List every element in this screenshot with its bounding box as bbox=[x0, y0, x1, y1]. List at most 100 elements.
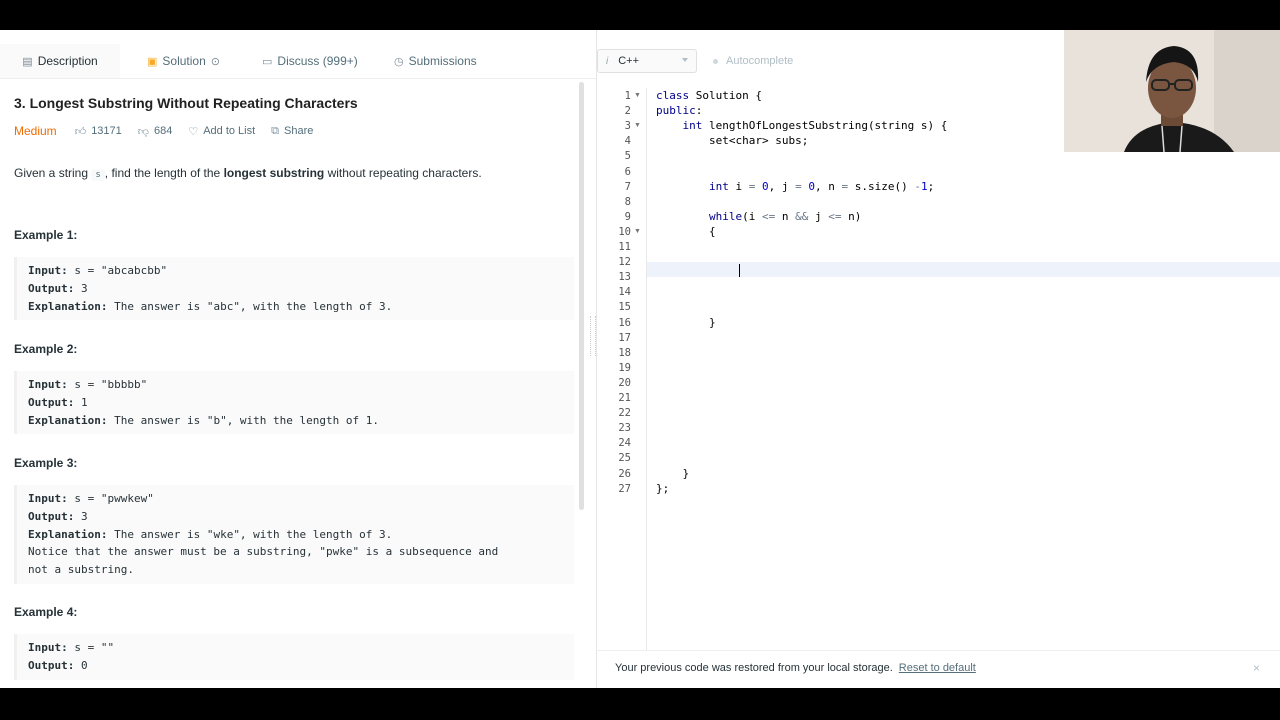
inline-code: s bbox=[91, 169, 105, 181]
line-number: 18 bbox=[618, 346, 631, 359]
tab-label: Submissions bbox=[408, 54, 477, 68]
output-label: Output: bbox=[28, 395, 75, 409]
line-number: 3 bbox=[624, 120, 631, 133]
line-number: 5 bbox=[624, 150, 631, 163]
problem-panel: ▤ Description ▣ Solution ⊙ ▭ Discuss (99… bbox=[0, 30, 597, 688]
line-number: 6 bbox=[624, 165, 631, 178]
active-line-highlight bbox=[647, 262, 1280, 277]
explanation-label: Explanation: bbox=[28, 299, 108, 313]
output-value: 1 bbox=[74, 395, 88, 409]
thumbs-up-icon: 👍︎ bbox=[74, 125, 87, 138]
code-text: n bbox=[775, 210, 796, 223]
line-number: 24 bbox=[618, 437, 631, 450]
restore-notice: Your previous code was restored from you… bbox=[597, 650, 1280, 688]
line-number: 27 bbox=[618, 482, 631, 495]
language-value: C++ bbox=[618, 55, 640, 67]
explanation-text: The answer is "abc", with the length of … bbox=[107, 299, 393, 313]
example-box: Input: s = "" Output: 0 bbox=[14, 634, 574, 680]
code-line: int i = 0, j = 0, n = s.size() -1; bbox=[656, 180, 934, 193]
explanation-label: Explanation: bbox=[28, 413, 108, 427]
code-text: ; bbox=[927, 180, 935, 193]
code-line: }; bbox=[656, 482, 670, 495]
line-number: 15 bbox=[618, 301, 631, 314]
example-box: Input: s = "abcabcbb" Output: 3 Explanat… bbox=[14, 257, 574, 321]
code-line: public: bbox=[656, 104, 702, 117]
like-button[interactable]: 👍︎ 13171 bbox=[75, 125, 122, 138]
reset-to-default-link[interactable]: Reset to default bbox=[899, 662, 976, 674]
line-number: 8 bbox=[624, 195, 631, 208]
line-number: 13 bbox=[618, 271, 631, 284]
clock-icon: ◷ bbox=[394, 55, 404, 68]
share-button[interactable]: ⧉ Share bbox=[271, 125, 313, 138]
problem-tabs: ▤ Description ▣ Solution ⊙ ▭ Discuss (99… bbox=[0, 44, 596, 79]
fold-arrow-icon[interactable]: ▼ bbox=[634, 228, 641, 235]
text-cursor bbox=[739, 264, 740, 277]
operator: = bbox=[795, 180, 802, 193]
panel-splitter-handle[interactable] bbox=[590, 316, 596, 356]
keyword: class bbox=[656, 89, 690, 102]
code-line: set<char> subs; bbox=[656, 134, 809, 147]
code-text: s.size() bbox=[848, 180, 915, 193]
autocomplete-toggle[interactable]: Autocomplete bbox=[713, 49, 793, 73]
heart-icon: ♡ bbox=[188, 125, 199, 138]
dislike-button[interactable]: 👎︎ 684 bbox=[138, 125, 173, 138]
operator: - bbox=[914, 180, 921, 193]
fold-arrow-icon[interactable]: ▼ bbox=[634, 92, 641, 99]
code-line: } bbox=[656, 316, 716, 329]
note-text: not a substring. bbox=[28, 563, 134, 577]
problem-statement: Given a string s, find the length of the… bbox=[14, 166, 574, 181]
keyword: public bbox=[656, 104, 696, 117]
statement-text: without repeating characters. bbox=[324, 166, 482, 180]
input-value: s = "" bbox=[67, 641, 115, 654]
line-number: 12 bbox=[618, 256, 631, 269]
code-editor[interactable]: 1 2 3 4 5 6 7 8 9 10 11 12 13 14 15 16 17 18 19 20 21 22 23 24 2… bbox=[597, 88, 1280, 650]
keyword: while bbox=[708, 210, 743, 223]
add-to-list-label: Add to List bbox=[203, 125, 256, 137]
line-number: 19 bbox=[618, 361, 631, 374]
leetcode-screen: ▤ Description ▣ Solution ⊙ ▭ Discuss (99… bbox=[0, 30, 1280, 688]
input-label: Input: bbox=[28, 264, 68, 277]
line-number: 4 bbox=[624, 135, 631, 148]
tab-description[interactable]: ▤ Description bbox=[0, 44, 120, 78]
statement-text: Given a string bbox=[14, 166, 92, 180]
close-icon[interactable]: × bbox=[1253, 661, 1260, 675]
difficulty-badge: Medium bbox=[14, 124, 57, 138]
code-text: Solution { bbox=[689, 89, 762, 102]
bottom-black-bar bbox=[0, 688, 1280, 720]
example-title: Example 2: bbox=[14, 342, 78, 356]
line-number: 9 bbox=[624, 210, 631, 223]
tab-submissions[interactable]: ◷ Submissions bbox=[394, 44, 477, 78]
line-number: 7 bbox=[624, 180, 631, 193]
input-value: s = "abcabcbb" bbox=[67, 264, 168, 277]
language-select[interactable]: i C++ bbox=[597, 49, 697, 73]
code-text: lengthOfLongestSubstring(string s) { bbox=[702, 119, 948, 132]
lock-icon: ▣ bbox=[147, 55, 158, 68]
toggle-dot-icon bbox=[713, 58, 718, 64]
line-number: 2 bbox=[624, 105, 631, 118]
code-line: int lengthOfLongestSubstring(string s) { bbox=[656, 119, 948, 132]
line-number: 23 bbox=[618, 422, 631, 435]
tab-solution[interactable]: ▣ Solution ⊙ bbox=[147, 44, 220, 78]
output-value: 0 bbox=[74, 658, 88, 672]
fold-arrow-icon[interactable]: ▼ bbox=[634, 122, 641, 129]
gutter-divider bbox=[646, 88, 647, 650]
thumbs-down-icon: 👎︎ bbox=[137, 125, 149, 138]
code-line: { bbox=[656, 225, 716, 238]
code-text: i bbox=[728, 180, 749, 193]
description-scrollbar[interactable] bbox=[579, 82, 584, 510]
output-label: Output: bbox=[28, 509, 75, 523]
number: 1 bbox=[920, 180, 928, 193]
example-title: Example 3: bbox=[14, 456, 78, 470]
note-text: Notice that the answer must be a substri… bbox=[28, 545, 499, 559]
input-value: s = "pwwkew" bbox=[67, 492, 154, 505]
webcam-overlay bbox=[1064, 30, 1280, 152]
tab-discuss[interactable]: ▭ Discuss (999+) bbox=[262, 44, 358, 78]
example-box: Input: s = "bbbbb" Output: 1 Explanation… bbox=[14, 371, 574, 435]
code-line: while(i <= n && j <= n) bbox=[656, 210, 861, 223]
share-icon: ⧉ bbox=[271, 124, 280, 137]
description-icon: ▤ bbox=[22, 55, 33, 68]
add-to-list-button[interactable]: ♡ Add to List bbox=[188, 125, 255, 138]
code-text: , n bbox=[814, 180, 842, 193]
output-value: 3 bbox=[74, 281, 88, 295]
